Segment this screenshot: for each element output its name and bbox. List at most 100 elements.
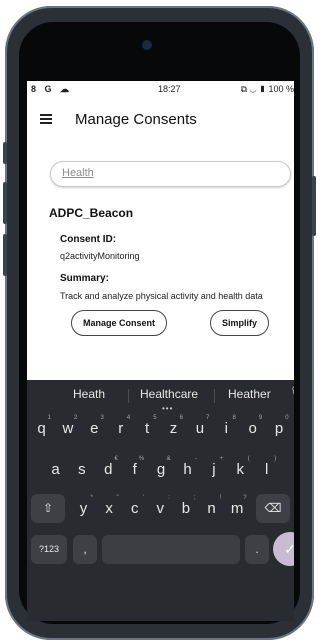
- key-hint: 0: [285, 415, 289, 421]
- key-hint: 4: [126, 415, 131, 421]
- key-hint: 5: [153, 415, 157, 421]
- key-s[interactable]: s: [70, 455, 93, 484]
- comma-key[interactable]: ,: [73, 535, 97, 564]
- side-button: [3, 234, 7, 276]
- suggestion-1[interactable]: Heath: [73, 387, 105, 401]
- key-hint: 7: [206, 415, 210, 421]
- key-label: z: [169, 420, 178, 437]
- key-l[interactable]: l): [255, 455, 278, 484]
- search-input-value: Health: [62, 167, 94, 179]
- key-hint: ?: [243, 495, 247, 501]
- consent-id-label: Consent ID:: [60, 234, 117, 245]
- key-label: g: [156, 461, 166, 478]
- suggestion-3[interactable]: Heather: [228, 387, 271, 401]
- search-input[interactable]: Health: [50, 161, 291, 187]
- divider: [214, 389, 215, 403]
- side-button: [3, 182, 7, 224]
- key-n[interactable]: n!: [200, 494, 223, 523]
- key-f[interactable]: f%: [123, 455, 146, 484]
- key-label: f: [132, 461, 137, 478]
- symbols-key[interactable]: ?123: [31, 535, 67, 564]
- key-hint: 9: [258, 415, 263, 421]
- key-label: l: [265, 461, 269, 478]
- key-hint: 2: [74, 415, 78, 421]
- app-bar: Manage Consents: [27, 101, 294, 139]
- keyboard: Heath Healthcare Heather ••• 🎙 q1w2e3r4t…: [27, 380, 294, 621]
- key-hint: 3: [100, 415, 104, 421]
- page-title: Manage Consents: [75, 111, 197, 128]
- key-label: j: [212, 461, 216, 478]
- menu-icon[interactable]: [40, 114, 52, 124]
- key-hint: 8: [232, 415, 236, 421]
- key-x[interactable]: x ": [98, 494, 121, 523]
- key-label: t: [145, 420, 150, 437]
- key-g[interactable]: g &: [150, 455, 173, 484]
- key-hint: !: [219, 495, 221, 501]
- key-label: h: [183, 461, 192, 478]
- key-o[interactable]: o9: [241, 414, 264, 443]
- key-m[interactable]: m?: [226, 494, 249, 523]
- period-key[interactable]: .: [245, 535, 269, 564]
- divider: [128, 389, 129, 403]
- key-t[interactable]: t5: [136, 414, 159, 443]
- key-hint: ): [274, 456, 277, 462]
- suggestion-2[interactable]: Healthcare: [140, 387, 198, 401]
- key-e[interactable]: e3: [83, 414, 106, 443]
- key-hint: 1: [47, 415, 51, 421]
- key-label: i: [224, 420, 228, 437]
- key-label: m: [230, 500, 244, 517]
- key-label: s: [78, 461, 86, 478]
- key-hint: %: [138, 456, 145, 462]
- key-k[interactable]: k(: [229, 455, 252, 484]
- simplify-button[interactable]: Simplify: [210, 310, 269, 336]
- more-suggestions-icon[interactable]: •••: [162, 404, 173, 413]
- key-hint: ': [143, 495, 145, 501]
- key-label: o: [248, 420, 257, 437]
- space-key[interactable]: [102, 535, 240, 564]
- key-d[interactable]: d €: [97, 455, 120, 484]
- key-c[interactable]: c ': [123, 494, 146, 523]
- status-time: 18:27: [158, 84, 181, 94]
- key-y[interactable]: y *: [72, 494, 95, 523]
- summary-value: Track and analyze physical activity and …: [60, 291, 263, 301]
- status-right: ⧉ ◡ ▮ 100 %: [240, 84, 294, 94]
- key-label: r: [118, 420, 124, 437]
- key-hint: €: [114, 456, 118, 462]
- key-hint: ": [116, 495, 119, 501]
- key-label: y: [79, 500, 88, 517]
- key-hint: *: [90, 495, 93, 501]
- key-v[interactable]: v:: [149, 494, 172, 523]
- enter-key[interactable]: ✓: [273, 532, 294, 566]
- key-h[interactable]: h-: [176, 455, 199, 484]
- key-label: n: [207, 500, 216, 517]
- screen: 8 G ☁ 18:27 ⧉ ◡ ▮ 100 % Manage Consents …: [27, 81, 294, 621]
- key-b[interactable]: b;: [174, 494, 197, 523]
- key-label: d: [104, 461, 113, 478]
- key-z[interactable]: z6: [162, 414, 185, 443]
- shift-key[interactable]: ⇧: [31, 494, 65, 523]
- manage-consent-button[interactable]: Manage Consent: [71, 310, 167, 336]
- key-w[interactable]: w2: [56, 414, 79, 443]
- power-button: [312, 176, 316, 236]
- key-label: u: [195, 420, 205, 437]
- key-label: v: [156, 500, 165, 517]
- key-label: p: [274, 420, 284, 437]
- camera-icon: [142, 40, 152, 50]
- key-i[interactable]: i8: [215, 414, 238, 443]
- status-left-icons: 8 G ☁: [31, 84, 73, 94]
- key-u[interactable]: u7: [188, 414, 211, 443]
- backspace-key[interactable]: ⌫: [256, 494, 290, 523]
- consent-name: ADPC_Beacon: [49, 206, 134, 220]
- key-q[interactable]: q1: [30, 414, 53, 443]
- mic-icon[interactable]: 🎙: [289, 385, 294, 399]
- key-a[interactable]: a: [44, 455, 67, 484]
- key-hint: &: [166, 456, 171, 462]
- key-label: c: [130, 500, 139, 517]
- consent-id-value: q2activityMonitoring: [60, 251, 140, 261]
- key-p[interactable]: p0: [268, 414, 291, 443]
- summary-label: Summary:: [60, 273, 109, 284]
- key-r[interactable]: r4: [109, 414, 132, 443]
- key-j[interactable]: j +: [202, 455, 225, 484]
- side-button: [3, 142, 7, 164]
- key-hint: +: [219, 456, 224, 462]
